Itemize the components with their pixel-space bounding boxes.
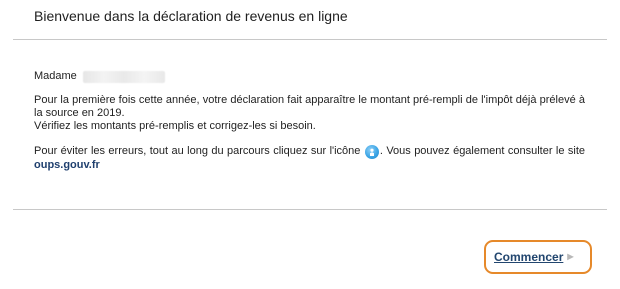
prefill-notice: Pour la première fois cette année, votre…	[34, 94, 585, 133]
page-title: Bienvenue dans la déclaration de revenus…	[34, 8, 348, 24]
start-button[interactable]: Commencer ▶	[494, 248, 574, 266]
help-notice-text-2: . Vous pouvez également consulter le sit…	[379, 145, 585, 157]
footer-divider	[13, 209, 607, 210]
header-divider	[13, 39, 607, 40]
chevron-right-icon: ▶	[567, 252, 574, 261]
welcome-message: Madame Pour la première fois cette année…	[34, 70, 585, 172]
help-icon[interactable]	[364, 145, 379, 159]
prefill-notice-line-1: Pour la première fois cette année, votre…	[34, 94, 585, 119]
prefill-notice-line-2: Vérifiez les montants pré-remplis et cor…	[34, 120, 316, 132]
help-notice: Pour éviter les erreurs, tout au long du…	[34, 145, 585, 172]
start-button-focus-ring: Commencer ▶	[484, 240, 592, 274]
redacted-name	[82, 70, 165, 83]
help-notice-text: Pour éviter les erreurs, tout au long du…	[34, 145, 361, 157]
start-button-label: Commencer	[494, 250, 564, 264]
salutation: Madame	[34, 70, 77, 82]
site-link[interactable]: oups.gouv.fr	[34, 159, 100, 171]
greeting: Madame	[34, 70, 585, 83]
